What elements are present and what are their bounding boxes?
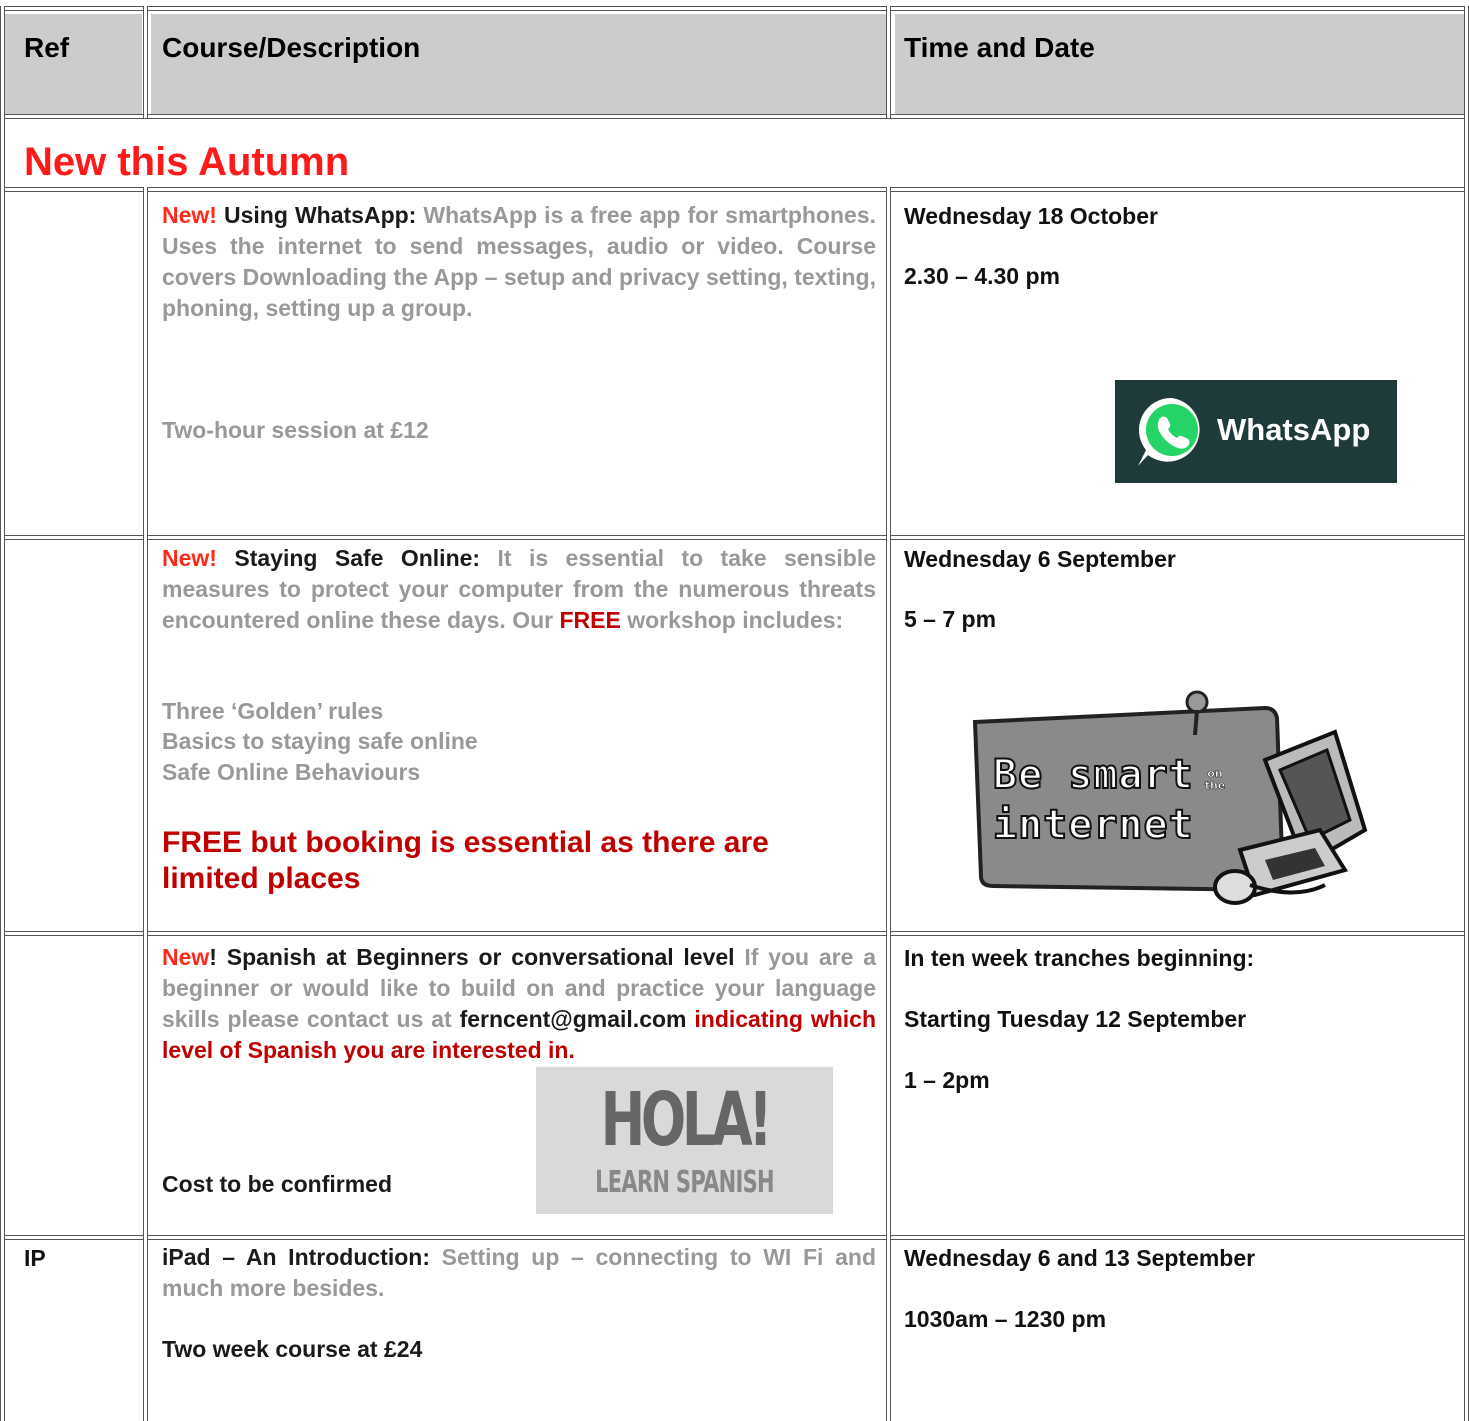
new-tag: New xyxy=(162,944,210,970)
course-date: Wednesday 18 October xyxy=(904,203,1158,229)
free-tag: FREE xyxy=(559,607,621,633)
course-price: Cost to be confirmed xyxy=(162,1171,393,1197)
border-col2 xyxy=(886,6,891,118)
header-ref: Ref xyxy=(24,32,70,63)
course-price: Two-hour session at £12 xyxy=(162,417,429,443)
logo-line-internet: internet xyxy=(992,801,1194,849)
course-date: Wednesday 6 September xyxy=(904,546,1176,572)
course-title: iPad – An Introduction: xyxy=(162,1244,430,1270)
border-top xyxy=(0,6,1469,11)
header-time: Time and Date xyxy=(904,32,1095,63)
be-smart-graphic xyxy=(972,690,1368,905)
bullet-item: Three ‘Golden’ rules xyxy=(162,698,384,724)
new-tag: New! xyxy=(162,202,217,228)
course-date: Wednesday 6 and 13 September xyxy=(904,1245,1256,1271)
border-right xyxy=(1464,6,1469,1421)
header-course: Course/Description xyxy=(162,32,421,63)
logo-on-the: on the xyxy=(1204,767,1226,792)
hola-wordmark: HOLA! xyxy=(600,1077,773,1163)
course-date: In ten week tranches beginning: xyxy=(904,945,1255,971)
whatsapp-icon xyxy=(1138,397,1200,466)
new-tag: New! xyxy=(162,545,217,571)
row-spanish-description: New! Spanish at Beginners or conversatio… xyxy=(162,942,876,1066)
whatsapp-wordmark: WhatsApp xyxy=(1217,412,1371,447)
booking-notice: FREE but booking is essential as there a… xyxy=(162,825,769,897)
be-smart-internet-logo: Be smart on the internet xyxy=(965,690,1395,912)
course-ref: IP xyxy=(24,1245,46,1271)
row-whatsapp-description: New! Using WhatsApp: WhatsApp is a free … xyxy=(162,200,876,324)
booking-notice-line: FREE but booking is essential as there a… xyxy=(162,826,769,859)
row-ipad-description: iPad – An Introduction: Setting up – con… xyxy=(162,1242,876,1304)
border-col1 xyxy=(143,6,148,118)
learn-spanish-text: LEARN SPANISH xyxy=(595,1165,775,1200)
course-price: Two week course at £24 xyxy=(162,1336,423,1362)
course-start: Starting Tuesday 12 September xyxy=(904,1006,1247,1032)
course-time: 1030am – 1230 pm xyxy=(904,1306,1107,1332)
bullet-item: Basics to staying safe online xyxy=(162,728,478,754)
border-left xyxy=(0,6,5,1421)
border-col2 xyxy=(886,187,891,1421)
whatsapp-logo: WhatsApp xyxy=(1115,380,1397,483)
section-title: New this Autumn xyxy=(24,140,350,184)
hola-logo: HOLA! LEARN SPANISH xyxy=(536,1067,833,1214)
border-section-bottom xyxy=(0,187,1469,192)
contact-email[interactable]: ferncent@gmail.com xyxy=(460,1006,687,1032)
booking-notice-line: limited places xyxy=(162,862,361,895)
header-cell-course xyxy=(151,14,886,114)
border-header-bottom xyxy=(0,114,1469,119)
course-time: 5 – 7 pm xyxy=(904,606,997,632)
course-title: ! Spanish at Beginners or conversational… xyxy=(209,944,735,970)
border-row1-bottom xyxy=(0,535,1469,540)
course-title: Staying Safe Online: xyxy=(234,545,481,571)
border-col1 xyxy=(143,187,148,1421)
border-row2-bottom xyxy=(0,931,1469,936)
course-time: 1 – 2pm xyxy=(904,1067,990,1093)
course-title: Using WhatsApp: xyxy=(224,202,417,228)
course-table: Ref Course/Description Time and Date New… xyxy=(0,0,1469,1421)
border-row3-bottom xyxy=(0,1235,1469,1240)
course-time: 2.30 – 4.30 pm xyxy=(904,263,1060,289)
header-cell-ref xyxy=(5,14,142,114)
logo-line-be-smart: Be smart xyxy=(992,751,1194,799)
bullet-item: Safe Online Behaviours xyxy=(162,759,421,785)
course-desc-b: workshop includes: xyxy=(627,607,844,633)
row-safety-description: New! Staying Safe Online: It is essentia… xyxy=(162,543,876,636)
header-cell-time xyxy=(895,14,1469,114)
